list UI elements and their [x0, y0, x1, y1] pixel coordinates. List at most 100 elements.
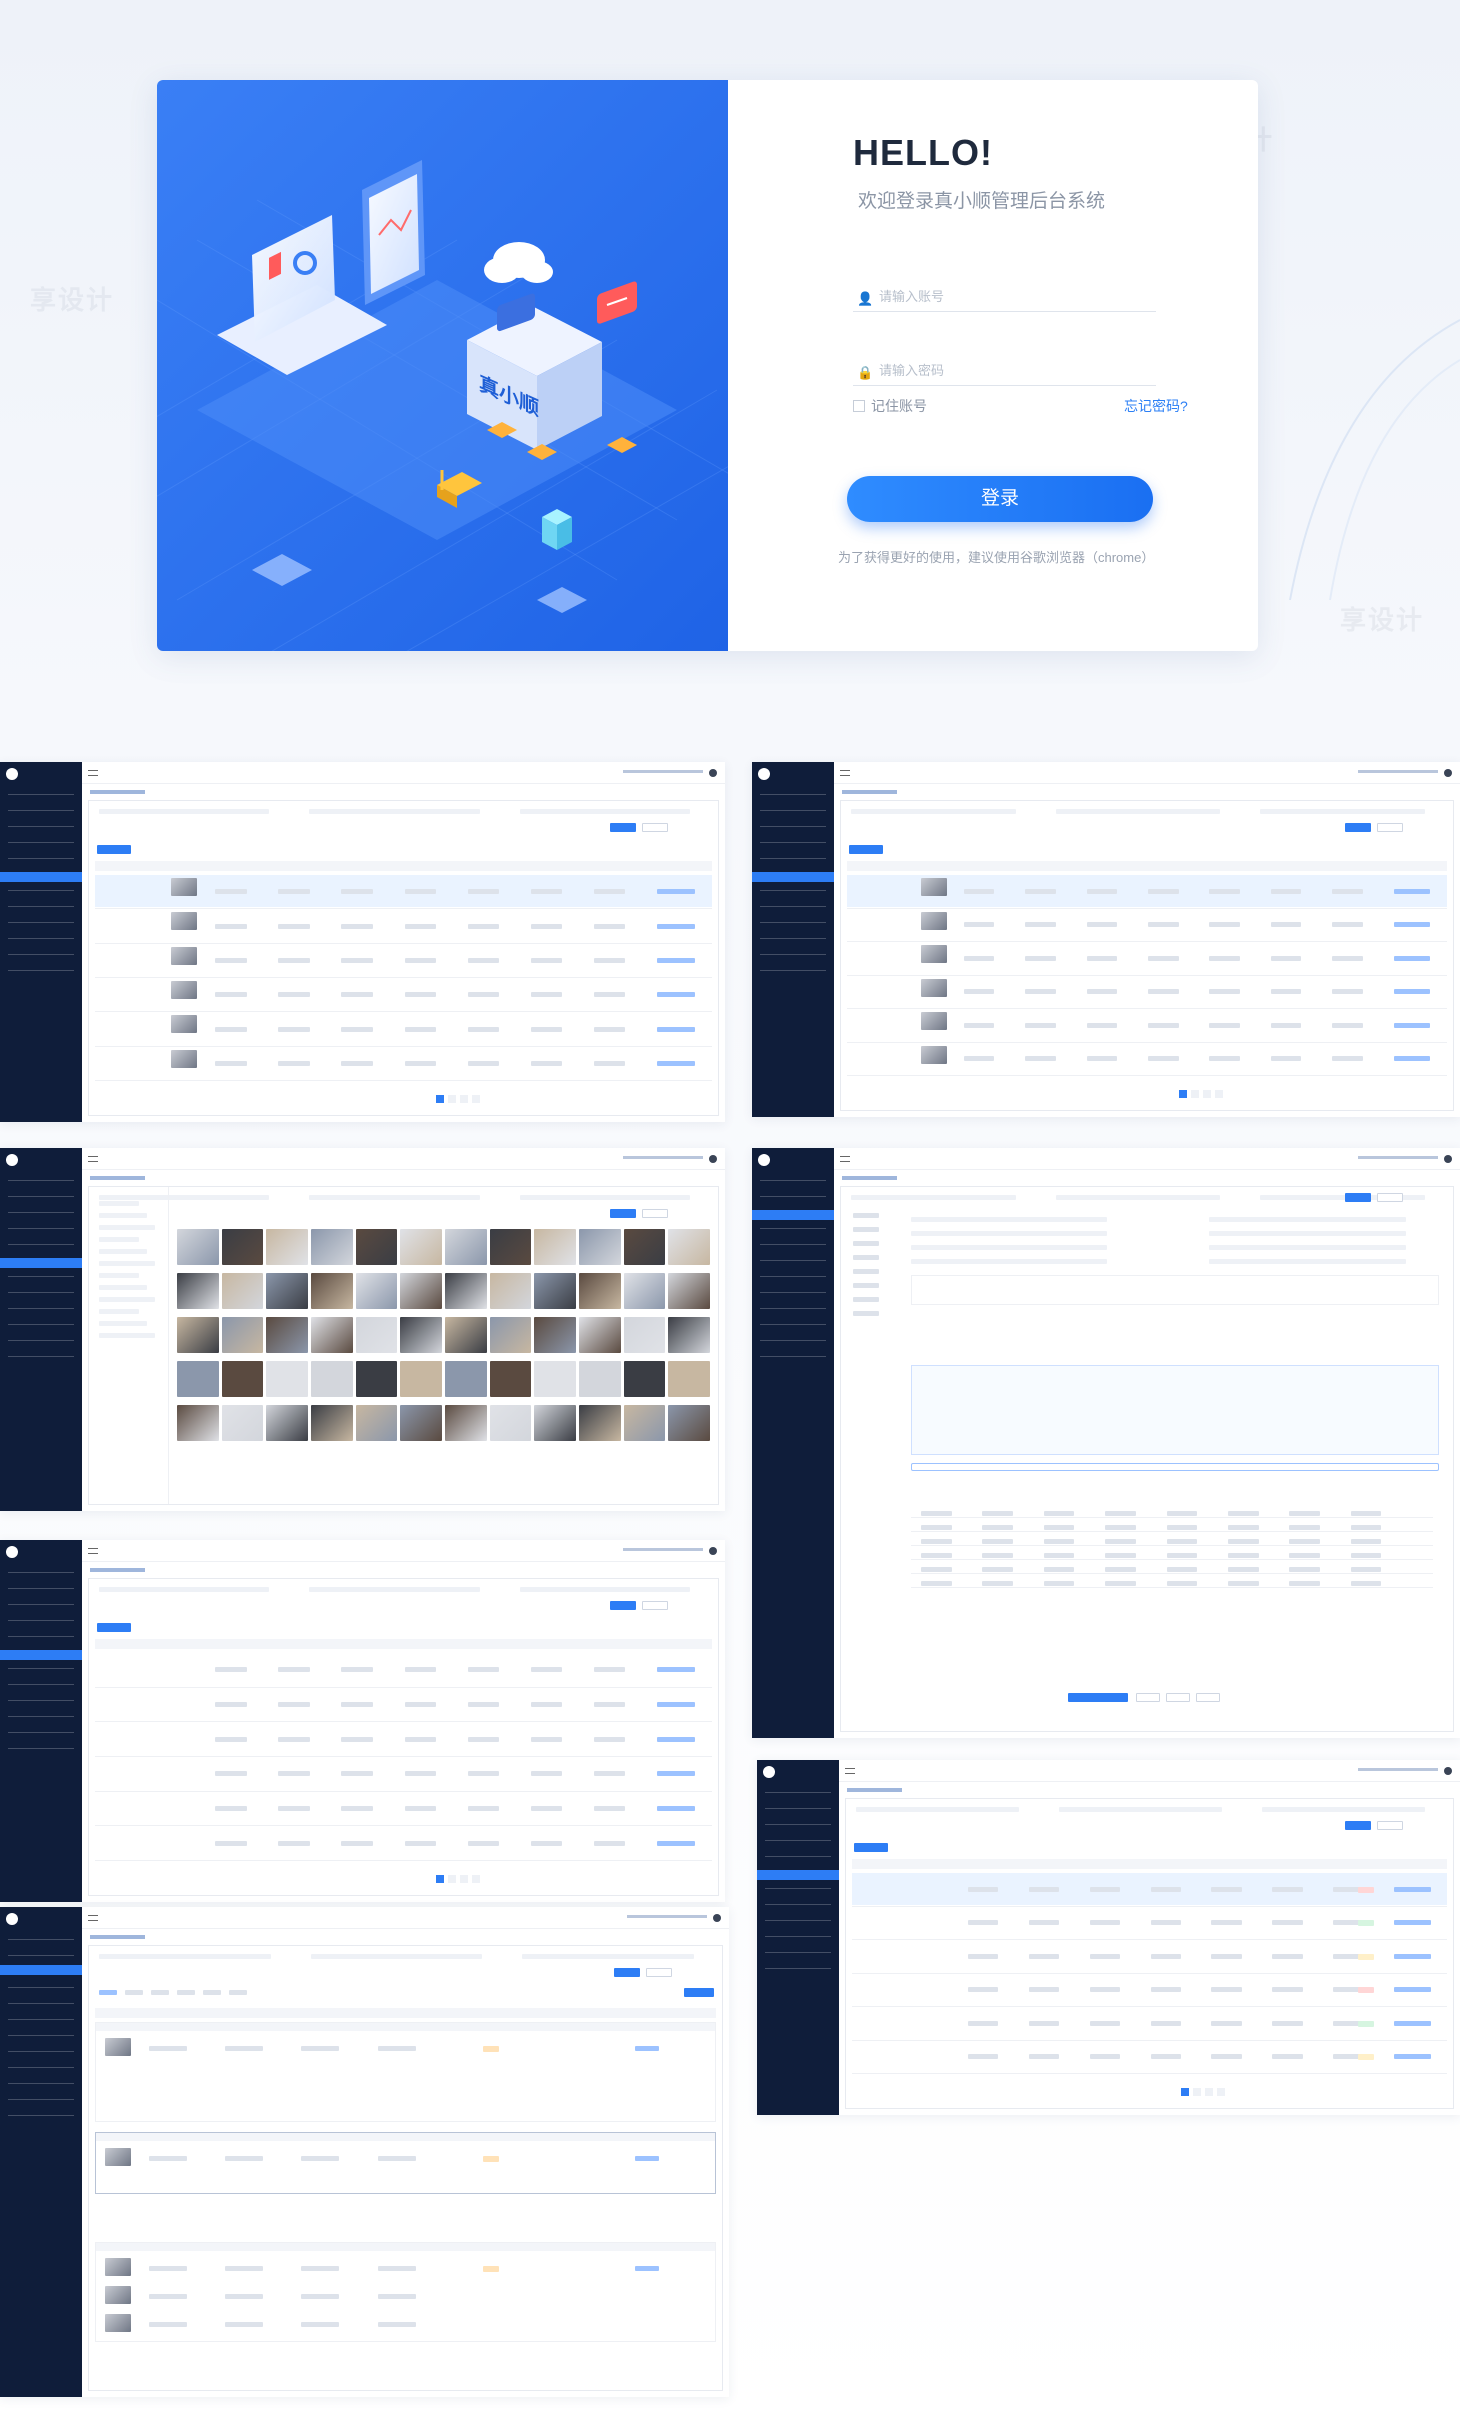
menu-item [8, 1324, 74, 1325]
table-row [95, 1721, 712, 1723]
menu-item [8, 1987, 74, 1988]
menu-item [760, 1196, 826, 1197]
filter-input [310, 1954, 483, 1959]
form-nav-item [853, 1227, 879, 1232]
menu-item-active [752, 872, 834, 882]
cell [1209, 922, 1241, 928]
search-button [1345, 1193, 1371, 1202]
add-button [97, 845, 131, 854]
row-action-link [656, 992, 695, 998]
cell [1086, 955, 1118, 961]
password-field[interactable]: 🔒 请输入密码 [853, 360, 1156, 386]
secondary-button [1136, 1693, 1161, 1702]
tree-node [99, 1273, 139, 1278]
account-field[interactable]: 👤 请输入账号 [853, 286, 1156, 312]
watermark: 享设计 [1340, 605, 1425, 635]
watermark: 享设计 [30, 285, 115, 315]
cloud-icon [484, 242, 553, 283]
tree-node [99, 1201, 139, 1206]
gallery-image [623, 1229, 666, 1265]
cell [215, 1702, 247, 1707]
sku-cell [982, 1567, 1014, 1572]
gallery-image [266, 1273, 308, 1309]
login-card: 真小顺 HELLO! 欢迎登录真小顺管理后台系统 👤 请输入账号 🔒 请输入密码… [157, 80, 1258, 651]
content-panel [88, 800, 719, 1116]
menu-item [8, 2035, 74, 2036]
cell [1211, 2020, 1242, 2026]
status-tag [1357, 1953, 1374, 1960]
spec-editor [911, 1365, 1440, 1455]
menu-item-active [0, 1258, 82, 1268]
cell [530, 1736, 563, 1742]
cell [963, 1022, 995, 1028]
table-row [847, 974, 1447, 976]
table-header [852, 1859, 1447, 1869]
pagination-page [1190, 1090, 1199, 1098]
sku-cell [921, 1525, 952, 1530]
row-action-link [1393, 989, 1431, 995]
gallery-image [579, 1361, 621, 1397]
row-action-link [1393, 955, 1431, 961]
tree-node [99, 1333, 155, 1338]
gallery-image [311, 1273, 353, 1309]
gallery-image [534, 1361, 576, 1397]
sku-row [911, 1517, 1433, 1518]
cell [467, 923, 500, 929]
remember-checkbox[interactable]: 记住账号 [853, 396, 927, 416]
cell [1025, 1022, 1056, 1028]
cell [341, 1060, 373, 1066]
product-thumbnail [171, 878, 198, 896]
menu-item [8, 1196, 74, 1197]
login-hero-illustration: 真小顺 [157, 80, 758, 651]
cell [967, 1920, 999, 1926]
sku-cell [1228, 1567, 1259, 1572]
cell [404, 1736, 437, 1742]
menu-item [8, 890, 74, 891]
user-icon: 👤 [857, 291, 874, 306]
pagination-page [1180, 2088, 1189, 2096]
filter-input [99, 1954, 271, 1959]
forgot-password-link[interactable]: 忘记密码? [1124, 396, 1188, 416]
dashboard-product-form [752, 1148, 1460, 1738]
cell [1150, 1987, 1181, 1993]
gallery-image [177, 1317, 219, 1353]
top-bar [834, 1148, 1460, 1170]
cell [1086, 888, 1118, 894]
gallery-image [400, 1229, 442, 1265]
menu-item-active [0, 1650, 82, 1660]
menu-item [8, 1939, 74, 1940]
menu-item [760, 970, 826, 971]
folder-tree [89, 1187, 169, 1504]
cell [593, 1771, 626, 1777]
row-action-link [1394, 1920, 1431, 1926]
gallery-image [311, 1317, 353, 1353]
cell [467, 1736, 500, 1742]
menu-item [760, 1260, 826, 1261]
cell [341, 1806, 373, 1811]
product-thumbnail [920, 911, 947, 930]
cell [1272, 1953, 1303, 1959]
top-links [623, 770, 703, 773]
cell [467, 1060, 500, 1066]
avatar [1444, 769, 1452, 777]
product-thumbnail [105, 2038, 131, 2056]
table-header [95, 861, 712, 871]
cell [593, 1667, 626, 1673]
sidebar [0, 1148, 82, 1511]
menu-item [760, 1308, 826, 1309]
product-thumbnail [171, 1015, 198, 1034]
menu-item [760, 954, 826, 955]
tree-node [99, 1285, 147, 1290]
browser-tip: 为了获得更好的使用，建议使用谷歌浏览器（chrome） [838, 550, 1155, 565]
pagination-page [436, 1095, 445, 1103]
gallery-image [221, 1229, 264, 1265]
menu-item [8, 1748, 74, 1749]
breadcrumb [842, 790, 897, 794]
filter-input [309, 1587, 480, 1592]
row-action-link [656, 1840, 695, 1846]
cell [1332, 1056, 1363, 1062]
remember-label: 记住账号 [871, 398, 927, 414]
gallery-image [489, 1229, 532, 1265]
menu-item [8, 1228, 74, 1229]
login-button[interactable]: 登录 [847, 476, 1153, 522]
